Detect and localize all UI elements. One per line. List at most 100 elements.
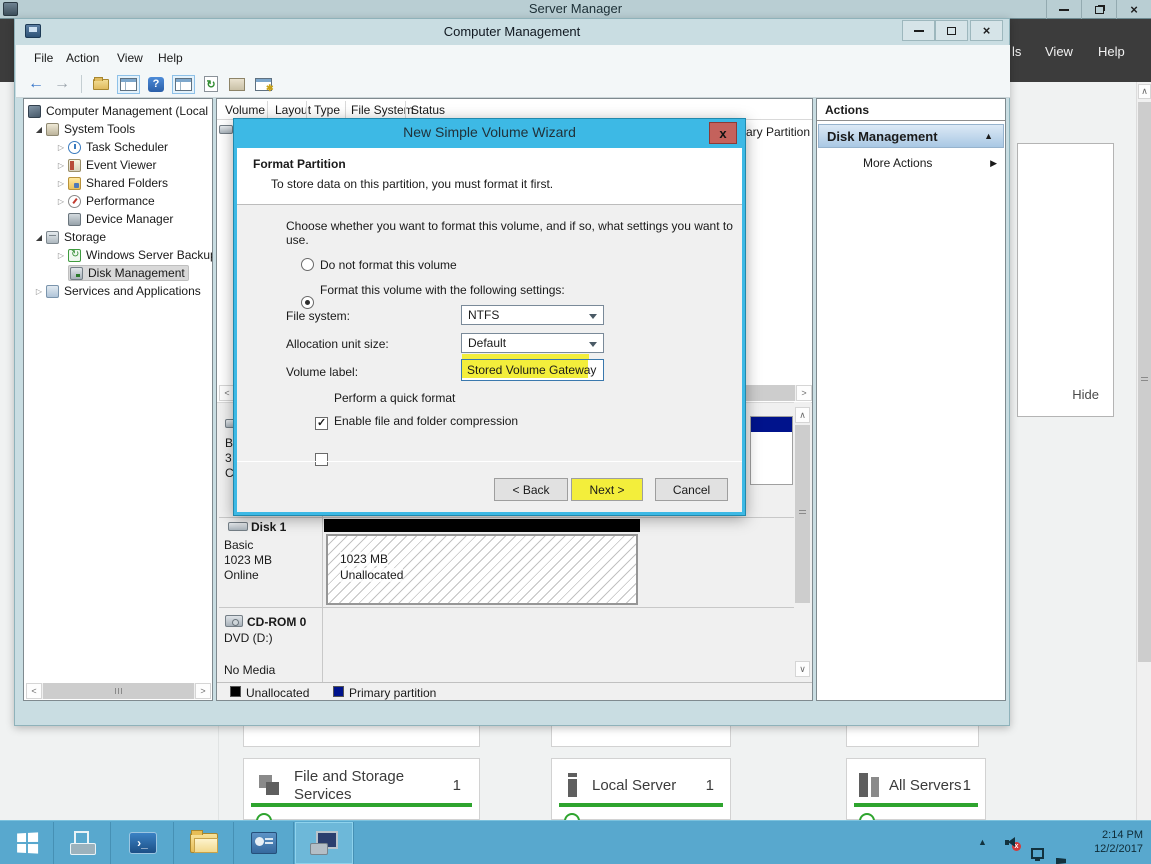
- sm-vertical-scrollbar[interactable]: ∧: [1136, 82, 1151, 820]
- tile-all-servers[interactable]: All Servers 1: [846, 758, 986, 820]
- show-console-tree-icon[interactable]: [117, 75, 140, 94]
- column-volume[interactable]: Volume: [225, 103, 265, 117]
- tree-item-computer-management[interactable]: Computer Management (Local: [24, 102, 212, 120]
- volume-label-label: Volume label:: [286, 365, 358, 379]
- quick-format-checkbox[interactable]: [315, 417, 328, 430]
- show-hidden-icons-button[interactable]: ▲: [978, 837, 987, 847]
- taskbar-computer-management[interactable]: [295, 822, 354, 864]
- next-button[interactable]: Next >: [571, 478, 643, 501]
- tree-item-system-tools[interactable]: System Tools: [24, 120, 212, 138]
- properties-icon[interactable]: [227, 75, 247, 93]
- show-action-pane-icon[interactable]: [172, 75, 195, 94]
- sm-menu-tools-partial[interactable]: ls: [1012, 44, 1021, 59]
- tree-item-services-and-applications[interactable]: Services and Applications: [24, 282, 212, 300]
- scroll-right-icon[interactable]: >: [195, 683, 211, 699]
- expander-closed-icon[interactable]: [54, 251, 68, 260]
- allocation-unit-select[interactable]: Default: [461, 333, 604, 353]
- collapse-icon[interactable]: ▲: [984, 131, 993, 141]
- tree-item-event-viewer[interactable]: Event Viewer: [24, 156, 212, 174]
- refresh-icon[interactable]: ↻: [201, 75, 221, 93]
- quick-format-label[interactable]: Perform a quick format: [334, 391, 455, 405]
- expander-closed-icon[interactable]: [54, 179, 68, 188]
- volume-icon[interactable]: x: [1005, 837, 1017, 848]
- scroll-right-icon[interactable]: >: [796, 385, 812, 401]
- tree-item-shared-folders[interactable]: Shared Folders: [24, 174, 212, 192]
- menu-view[interactable]: View: [117, 51, 143, 65]
- legend-primary-label: Primary partition: [349, 686, 436, 700]
- expander-closed-icon[interactable]: [32, 287, 46, 296]
- notifications-flag-icon[interactable]: x: [1056, 858, 1067, 864]
- radio-format-volume[interactable]: [301, 296, 314, 309]
- expander-open-icon[interactable]: [32, 125, 46, 134]
- volume-label-input[interactable]: Stored Volume Gateway: [461, 359, 604, 381]
- radio-do-not-format[interactable]: [301, 258, 314, 271]
- taskbar-file-explorer[interactable]: [175, 822, 234, 864]
- column-status[interactable]: Status: [411, 103, 445, 117]
- back-button[interactable]: < Back: [494, 478, 568, 501]
- radio-format-volume-label[interactable]: Format this volume with the following se…: [320, 283, 565, 297]
- cm-maximize-button[interactable]: [935, 20, 968, 41]
- sm-restore-button[interactable]: [1081, 0, 1116, 19]
- scroll-up-icon[interactable]: ∧: [1138, 84, 1151, 99]
- scroll-thumb[interactable]: [1138, 102, 1151, 662]
- tile-local-server[interactable]: Local Server 1: [551, 758, 731, 820]
- tree-item-storage[interactable]: Storage: [24, 228, 212, 246]
- menu-action[interactable]: Action: [66, 51, 99, 65]
- expander-closed-icon[interactable]: [54, 161, 68, 170]
- scroll-down-icon[interactable]: ∨: [795, 661, 810, 677]
- compression-label[interactable]: Enable file and folder compression: [334, 414, 518, 428]
- tree-horizontal-scrollbar[interactable]: < >: [26, 683, 211, 699]
- taskbar-server-manager[interactable]: [55, 822, 111, 864]
- file-system-select[interactable]: NTFS: [461, 305, 604, 325]
- expander-closed-icon[interactable]: [54, 143, 68, 152]
- tile-label: File and Storage Services: [294, 768, 424, 804]
- tile-file-storage-services[interactable]: File and Storage Services 1: [243, 758, 480, 820]
- wizard-close-button[interactable]: x: [709, 122, 737, 144]
- compression-checkbox[interactable]: [315, 453, 328, 466]
- scroll-thumb[interactable]: [43, 683, 194, 699]
- expander-closed-icon[interactable]: [54, 197, 68, 206]
- flyout-hide-link[interactable]: Hide: [1072, 387, 1099, 402]
- cdrom-name[interactable]: CD-ROM 0: [247, 615, 306, 629]
- wizard-instruction: Choose whether you want to format this v…: [286, 219, 745, 247]
- storage-icon: [46, 231, 59, 244]
- export-settings-icon[interactable]: [253, 75, 273, 93]
- tree-item-windows-server-backup[interactable]: Windows Server Backup: [24, 246, 212, 264]
- tree-item-task-scheduler[interactable]: Task Scheduler: [24, 138, 212, 156]
- tree-item-device-manager[interactable]: Device Manager: [24, 210, 212, 228]
- sm-menu-help[interactable]: Help: [1098, 44, 1125, 59]
- menu-help[interactable]: Help: [158, 51, 183, 65]
- actions-more-actions[interactable]: More Actions ▶: [817, 153, 1005, 173]
- disk1-unallocated-region[interactable]: 1023 MB Unallocated: [326, 534, 638, 605]
- column-type[interactable]: Type: [314, 103, 340, 117]
- tree-item-disk-management[interactable]: Disk Management: [24, 264, 212, 282]
- taskbar-clock[interactable]: 2:14 PM 12/2/2017: [1073, 828, 1143, 856]
- back-icon[interactable]: ←: [26, 75, 46, 93]
- start-button[interactable]: [0, 822, 54, 864]
- scroll-up-icon[interactable]: ∧: [795, 407, 810, 423]
- expander-open-icon[interactable]: [32, 233, 46, 242]
- sm-menu-view[interactable]: View: [1045, 44, 1073, 59]
- actions-group-disk-management[interactable]: Disk Management ▲: [818, 124, 1004, 148]
- menu-file[interactable]: File: [34, 51, 53, 65]
- up-one-level-icon[interactable]: [91, 75, 111, 93]
- cm-close-button[interactable]: ×: [970, 20, 1003, 41]
- help-icon[interactable]: ?: [146, 75, 166, 93]
- scroll-left-icon[interactable]: <: [26, 683, 42, 699]
- sm-close-button[interactable]: ×: [1116, 0, 1151, 19]
- scroll-thumb[interactable]: [795, 425, 810, 603]
- clock-date: 12/2/2017: [1073, 842, 1143, 856]
- cancel-button[interactable]: Cancel: [655, 478, 728, 501]
- chevron-down-icon: [589, 314, 597, 319]
- main-vertical-scrollbar[interactable]: ∧ ∨: [794, 402, 811, 682]
- cm-minimize-button[interactable]: [902, 20, 935, 41]
- sm-minimize-button[interactable]: [1046, 0, 1081, 19]
- taskbar-powershell[interactable]: ›_: [112, 822, 174, 864]
- disk1-name[interactable]: Disk 1: [251, 520, 286, 534]
- taskbar-gateway-config[interactable]: [235, 822, 294, 864]
- tree-item-performance[interactable]: Performance: [24, 192, 212, 210]
- network-icon[interactable]: [1031, 848, 1044, 859]
- radio-do-not-format-label[interactable]: Do not format this volume: [320, 258, 457, 272]
- forward-icon[interactable]: →: [52, 75, 72, 93]
- disk0-partition-box[interactable]: [750, 416, 793, 485]
